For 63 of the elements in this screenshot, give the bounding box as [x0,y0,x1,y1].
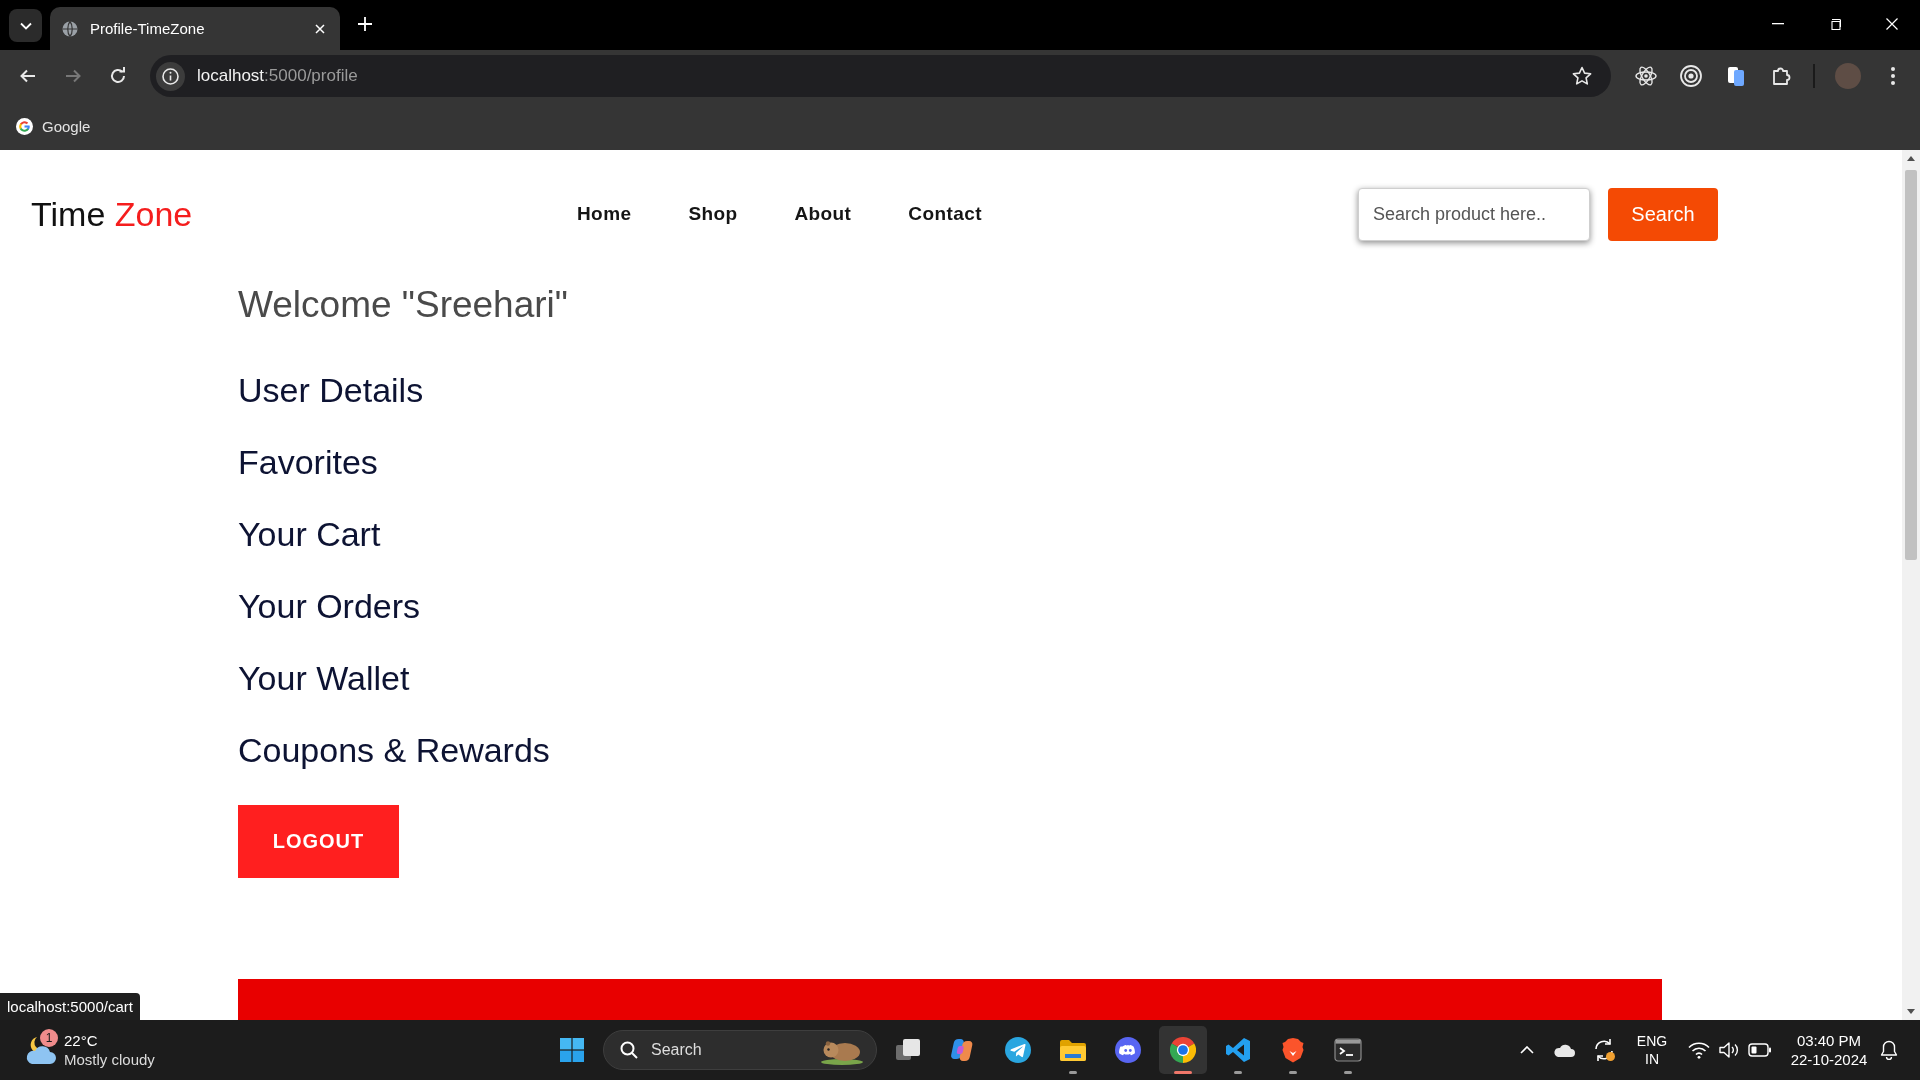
search-icon [620,1041,638,1059]
arrow-down-icon[interactable] [1907,1009,1915,1014]
minimize-icon[interactable] [1771,23,1784,25]
restore-icon[interactable] [1828,18,1841,30]
wifi-icon[interactable] [1688,1041,1710,1059]
profile-menu-link[interactable]: Your Cart [238,514,381,554]
four-squares-icon [558,1038,586,1062]
terminal-icon [1334,1038,1362,1062]
taskbar-search[interactable]: Search [603,1030,877,1070]
volume-icon[interactable] [1718,1041,1740,1059]
tab-search-button[interactable] [9,9,42,42]
profile-menu-link[interactable]: Your Wallet [238,658,410,698]
folder-icon [1059,1038,1087,1062]
atom-icon[interactable] [1634,65,1657,87]
nav-link[interactable]: About [794,203,852,225]
sync-icon[interactable] [1592,1038,1616,1062]
scrollbar[interactable] [1902,150,1920,1020]
clock[interactable]: 03:40 PM 22-10-2024 [1786,1031,1872,1069]
weather-condition-text: Mostly cloudy [64,1050,155,1069]
nav-link[interactable]: Shop [688,203,738,225]
scrollbar-thumb[interactable] [1905,170,1917,560]
search-button[interactable]: Search [1608,187,1718,241]
battery-icon[interactable] [1748,1043,1772,1057]
chevron-up-icon[interactable] [1520,1046,1534,1054]
nav-link[interactable]: Home [577,203,632,225]
ribbon-logo-icon [1225,1037,1251,1063]
language-indicator[interactable]: ENG IN [1631,1032,1673,1068]
cloud-icon[interactable] [1553,1043,1575,1057]
browser-tab[interactable]: Profile-TimeZone [50,7,340,50]
bell-icon[interactable] [1880,1040,1898,1060]
new-tab-icon[interactable] [358,17,372,31]
globe-icon [62,20,78,37]
profile-menu-link[interactable]: Coupons & Rewards [238,730,550,770]
address-bar[interactable]: localhost:5000/profile [150,55,1611,97]
nav-link[interactable]: Contact [908,203,982,225]
game-face-icon [1115,1037,1141,1063]
star-icon[interactable] [1572,66,1592,86]
taskbar-app-button[interactable] [1159,1026,1207,1074]
paper-plane-icon [1005,1037,1031,1063]
close-icon[interactable] [1885,18,1898,30]
reload-icon[interactable] [108,67,127,85]
profile-menu-link[interactable]: Your Orders [238,586,421,626]
stacked-windows-icon [895,1037,921,1063]
target-icon[interactable] [1679,65,1702,87]
chevron-down-icon [19,21,32,30]
link-preview: localhost:5000/cart [0,993,140,1020]
shield-icon [1280,1037,1306,1063]
logout-button[interactable]: LOGOUT [238,805,399,878]
back-icon[interactable] [18,67,37,85]
chrome-logo-icon [1170,1037,1196,1063]
arrow-up-icon[interactable] [1907,156,1915,161]
profile-menu-link[interactable]: User Details [238,370,424,410]
info-icon[interactable] [156,61,185,91]
search-field[interactable]: Search product here.. [1358,187,1590,241]
profile-menu-link[interactable]: Favorites [238,442,378,482]
notification-badge: 1 [40,1029,58,1047]
bookmark-item[interactable]: Google [16,117,91,135]
close-icon[interactable] [315,23,325,34]
temperature-text: 22°C [64,1031,98,1050]
g-logo-icon [16,117,33,135]
welcome-heading: Welcome "Sreehari" [238,283,568,327]
site-logo[interactable]: Time Zone [31,194,193,234]
menu-icon[interactable] [1890,67,1895,85]
